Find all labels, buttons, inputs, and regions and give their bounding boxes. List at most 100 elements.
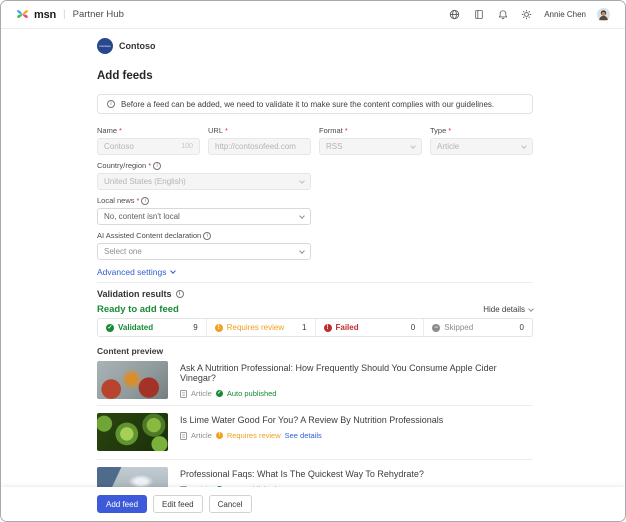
article-meta: Article ! Requires review See details: [180, 431, 443, 440]
preview-item: Ask A Nutrition Professional: How Freque…: [97, 361, 533, 399]
publish-status: Requires review: [227, 431, 281, 440]
country-value: United States (English): [104, 177, 186, 186]
add-feeds-form: Contoso Contoso Add feeds i Before a fee…: [97, 29, 533, 521]
feed-fields-row: Name* Contoso 100 URL* http://contosofee…: [97, 126, 533, 155]
item-divider: [97, 405, 533, 406]
thumbnail-limes-photo: [97, 413, 168, 451]
notebook-icon[interactable]: [472, 8, 485, 21]
msn-wordmark: msn: [34, 9, 56, 21]
add-feed-button[interactable]: Add feed: [97, 495, 147, 513]
top-actions: Annie Chen: [448, 8, 610, 21]
msn-butterfly-logo-icon: [16, 8, 29, 21]
local-news-label: Local news* i: [97, 196, 311, 205]
required-asterisk: *: [137, 196, 140, 205]
publisher-avatar: Contoso: [97, 38, 113, 54]
required-asterisk: *: [148, 161, 151, 170]
format-select: RSS: [319, 138, 422, 155]
info-icon: i: [153, 162, 161, 170]
preview-item: Is Lime Water Good For You? A Review By …: [97, 413, 533, 451]
see-details-link[interactable]: See details: [285, 431, 322, 440]
info-banner-text: Before a feed can be added, we need to v…: [121, 100, 494, 109]
article-doc-icon: [180, 432, 187, 440]
article-title: Professional Faqs: What Is The Quickest …: [180, 469, 424, 479]
validation-results-heading: Validation results i: [97, 289, 533, 299]
chevron-down-icon: [521, 143, 527, 149]
field-type: Type* Article: [430, 126, 533, 155]
translate-icon[interactable]: [448, 8, 461, 21]
check-circle-icon: ✓: [106, 324, 114, 332]
field-ai-declaration: AI Assisted Content declaration i Select…: [97, 231, 311, 260]
cancel-button[interactable]: Cancel: [209, 495, 252, 513]
chevron-down-icon: [528, 306, 534, 312]
required-asterisk: *: [345, 126, 348, 135]
hide-details-toggle[interactable]: Hide details: [483, 305, 533, 314]
field-url: URL* http://contosofeed.com: [208, 126, 311, 155]
stat-requires-review: ! Requires review 1: [206, 319, 315, 336]
field-format: Format* RSS: [319, 126, 422, 155]
validation-stats-bar: ✓ Validated 9 ! Requires review 1 ! Fail…: [97, 318, 533, 337]
user-avatar[interactable]: [597, 8, 610, 21]
article-doc-icon: [180, 390, 187, 398]
item-divider: [97, 459, 533, 460]
url-input: http://contosofeed.com: [208, 138, 311, 155]
ai-declaration-label: AI Assisted Content declaration i: [97, 231, 311, 240]
stat-validated: ✓ Validated 9: [98, 319, 206, 336]
stat-count: 0: [520, 323, 524, 332]
stat-label: Failed: [336, 323, 359, 332]
advanced-settings-toggle[interactable]: Advanced settings: [97, 267, 533, 276]
content-type: Article: [191, 431, 212, 440]
publisher-chip: Contoso Contoso: [97, 38, 533, 54]
type-value: Article: [437, 142, 459, 151]
brand-divider: |: [63, 9, 66, 20]
name-label: Name*: [97, 126, 200, 135]
field-name: Name* Contoso 100: [97, 126, 200, 155]
name-input: Contoso 100: [97, 138, 200, 155]
article-meta: Article ✓ Auto published: [180, 389, 533, 398]
gear-icon[interactable]: [520, 8, 533, 21]
url-value: http://contosofeed.com: [215, 142, 296, 151]
chevron-down-icon: [299, 248, 305, 254]
article-title: Is Lime Water Good For You? A Review By …: [180, 415, 443, 425]
warning-circle-icon: !: [216, 432, 223, 439]
type-select: Article: [430, 138, 533, 155]
format-value: RSS: [326, 142, 342, 151]
name-value: Contoso: [104, 142, 134, 151]
info-banner: i Before a feed can be added, we need to…: [97, 94, 533, 114]
stat-count: 9: [193, 323, 197, 332]
brand: msn | Partner Hub: [16, 8, 124, 21]
edit-feed-button[interactable]: Edit feed: [153, 495, 203, 513]
country-select: United States (English): [97, 173, 311, 190]
stat-label: Requires review: [227, 323, 284, 332]
top-bar: msn | Partner Hub: [1, 1, 625, 29]
chevron-down-icon: [410, 143, 416, 149]
publisher-name: Contoso: [119, 41, 156, 51]
stat-skipped: − Skipped 0: [423, 319, 532, 336]
required-asterisk: *: [119, 126, 122, 135]
info-icon: i: [107, 100, 115, 108]
info-icon: i: [203, 232, 211, 240]
publish-status: Auto published: [227, 389, 277, 398]
ai-declaration-value: Select one: [104, 247, 142, 256]
content-type: Article: [191, 389, 212, 398]
action-bar: Add feed Edit feed Cancel: [1, 487, 625, 521]
validation-status-row: Ready to add feed Hide details: [97, 304, 533, 314]
ai-declaration-select[interactable]: Select one: [97, 243, 311, 260]
stat-count: 0: [411, 323, 415, 332]
page-title: Add feeds: [97, 70, 533, 83]
format-label: Format*: [319, 126, 422, 135]
chevron-down-icon: [171, 268, 177, 274]
user-name: Annie Chen: [544, 10, 586, 19]
stat-failed: ! Failed 0: [315, 319, 424, 336]
field-local-news: Local news* i No, content isn't local: [97, 196, 311, 225]
stat-label: Validated: [118, 323, 153, 332]
required-asterisk: *: [225, 126, 228, 135]
stat-label: Skipped: [444, 323, 473, 332]
section-divider: [97, 282, 533, 283]
country-label: Country/region* i: [97, 161, 311, 170]
local-news-select[interactable]: No, content isn't local: [97, 208, 311, 225]
chevron-down-icon: [299, 178, 305, 184]
app-name: Partner Hub: [73, 9, 124, 20]
validation-status: Ready to add feed: [97, 304, 179, 315]
chevron-down-icon: [299, 213, 305, 219]
bell-icon[interactable]: [496, 8, 509, 21]
